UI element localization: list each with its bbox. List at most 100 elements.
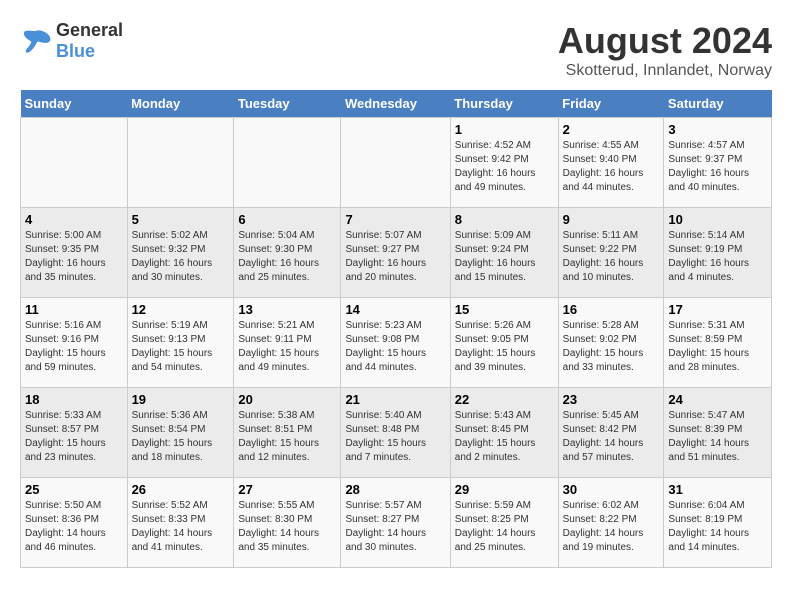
day-info: Sunrise: 5:02 AM Sunset: 9:32 PM Dayligh… — [132, 229, 230, 285]
calendar-cell: 20 Sunrise: 5:38 AM Sunset: 8:51 PM Dayli… — [234, 388, 341, 478]
calendar-cell: 28 Sunrise: 5:57 AM Sunset: 8:27 PM Dayli… — [341, 478, 450, 568]
calendar-cell: 18 Sunrise: 5:33 AM Sunset: 8:57 PM Dayli… — [21, 388, 128, 478]
day-number: 14 — [345, 302, 445, 317]
day-info: Sunrise: 5:36 AM Sunset: 8:54 PM Dayligh… — [132, 409, 230, 465]
day-info: Sunrise: 6:04 AM Sunset: 8:19 PM Dayligh… — [668, 499, 767, 555]
day-info: Sunrise: 5:50 AM Sunset: 8:36 PM Dayligh… — [25, 499, 123, 555]
day-info: Sunrise: 5:16 AM Sunset: 9:16 PM Dayligh… — [25, 319, 123, 375]
day-number: 6 — [238, 212, 336, 227]
calendar-cell: 21 Sunrise: 5:40 AM Sunset: 8:48 PM Dayli… — [341, 388, 450, 478]
calendar-cell — [127, 118, 234, 208]
calendar-cell: 3Sunrise: 4:57 AM Sunset: 9:37 PM Daylig… — [664, 118, 772, 208]
day-number: 8 — [455, 212, 554, 227]
calendar-cell: 6 Sunrise: 5:04 AM Sunset: 9:30 PM Daylig… — [234, 208, 341, 298]
day-number: 30 — [563, 482, 660, 497]
logo-text: General Blue — [56, 20, 123, 62]
calendar-cell: 31Sunrise: 6:04 AM Sunset: 8:19 PM Dayli… — [664, 478, 772, 568]
logo-general: General — [56, 20, 123, 40]
day-number: 24 — [668, 392, 767, 407]
calendar-cell: 15 Sunrise: 5:26 AM Sunset: 9:05 PM Dayli… — [450, 298, 558, 388]
day-info: Sunrise: 5:55 AM Sunset: 8:30 PM Dayligh… — [238, 499, 336, 555]
calendar-cell: 10 Sunrise: 5:14 AM Sunset: 9:19 PM Dayli… — [664, 208, 772, 298]
header-friday: Friday — [558, 90, 664, 118]
calendar-table: SundayMondayTuesdayWednesdayThursdayFrid… — [20, 90, 772, 568]
day-info: Sunrise: 5:59 AM Sunset: 8:25 PM Dayligh… — [455, 499, 554, 555]
calendar-cell: 19 Sunrise: 5:36 AM Sunset: 8:54 PM Dayli… — [127, 388, 234, 478]
day-number: 1 — [455, 122, 554, 137]
day-info: Sunrise: 5:57 AM Sunset: 8:27 PM Dayligh… — [345, 499, 445, 555]
header: General Blue August 2024 Skotterud, Innl… — [20, 20, 772, 80]
calendar-cell: 9Sunrise: 5:11 AM Sunset: 9:22 PM Daylig… — [558, 208, 664, 298]
day-number: 25 — [25, 482, 123, 497]
day-number: 17 — [668, 302, 767, 317]
day-info: Sunrise: 4:52 AM Sunset: 9:42 PM Dayligh… — [455, 139, 554, 195]
day-info: Sunrise: 5:19 AM Sunset: 9:13 PM Dayligh… — [132, 319, 230, 375]
day-number: 29 — [455, 482, 554, 497]
calendar-cell: 13Sunrise: 5:21 AM Sunset: 9:11 PM Dayli… — [234, 298, 341, 388]
calendar-cell: 2Sunrise: 4:55 AM Sunset: 9:40 PM Daylig… — [558, 118, 664, 208]
day-number: 28 — [345, 482, 445, 497]
calendar-cell: 12 Sunrise: 5:19 AM Sunset: 9:13 PM Dayli… — [127, 298, 234, 388]
day-info: Sunrise: 5:07 AM Sunset: 9:27 PM Dayligh… — [345, 229, 445, 285]
calendar-cell — [234, 118, 341, 208]
day-info: Sunrise: 5:26 AM Sunset: 9:05 PM Dayligh… — [455, 319, 554, 375]
calendar-cell — [341, 118, 450, 208]
day-info: Sunrise: 5:43 AM Sunset: 8:45 PM Dayligh… — [455, 409, 554, 465]
calendar-cell — [21, 118, 128, 208]
calendar-header-row: SundayMondayTuesdayWednesdayThursdayFrid… — [21, 90, 772, 118]
day-number: 21 — [345, 392, 445, 407]
calendar-cell: 25 Sunrise: 5:50 AM Sunset: 8:36 PM Dayli… — [21, 478, 128, 568]
calendar-week-row: 4 Sunrise: 5:00 AM Sunset: 9:35 PM Daylig… — [21, 208, 772, 298]
day-number: 23 — [563, 392, 660, 407]
header-monday: Monday — [127, 90, 234, 118]
day-info: Sunrise: 5:33 AM Sunset: 8:57 PM Dayligh… — [25, 409, 123, 465]
calendar-cell: 17 Sunrise: 5:31 AM Sunset: 8:59 PM Dayli… — [664, 298, 772, 388]
day-number: 3 — [668, 122, 767, 137]
day-info: Sunrise: 5:45 AM Sunset: 8:42 PM Dayligh… — [563, 409, 660, 465]
day-number: 10 — [668, 212, 767, 227]
logo-icon — [20, 27, 52, 55]
day-number: 13 — [238, 302, 336, 317]
day-info: Sunrise: 5:38 AM Sunset: 8:51 PM Dayligh… — [238, 409, 336, 465]
day-info: Sunrise: 5:31 AM Sunset: 8:59 PM Dayligh… — [668, 319, 767, 375]
calendar-cell: 8 Sunrise: 5:09 AM Sunset: 9:24 PM Daylig… — [450, 208, 558, 298]
day-number: 22 — [455, 392, 554, 407]
header-sunday: Sunday — [21, 90, 128, 118]
header-saturday: Saturday — [664, 90, 772, 118]
day-info: Sunrise: 5:52 AM Sunset: 8:33 PM Dayligh… — [132, 499, 230, 555]
day-info: Sunrise: 5:11 AM Sunset: 9:22 PM Dayligh… — [563, 229, 660, 285]
calendar-cell: 24 Sunrise: 5:47 AM Sunset: 8:39 PM Dayli… — [664, 388, 772, 478]
day-info: Sunrise: 5:14 AM Sunset: 9:19 PM Dayligh… — [668, 229, 767, 285]
calendar-week-row: 25 Sunrise: 5:50 AM Sunset: 8:36 PM Dayli… — [21, 478, 772, 568]
day-number: 12 — [132, 302, 230, 317]
day-number: 11 — [25, 302, 123, 317]
header-wednesday: Wednesday — [341, 90, 450, 118]
day-number: 15 — [455, 302, 554, 317]
day-info: Sunrise: 5:00 AM Sunset: 9:35 PM Dayligh… — [25, 229, 123, 285]
day-number: 18 — [25, 392, 123, 407]
day-info: Sunrise: 5:23 AM Sunset: 9:08 PM Dayligh… — [345, 319, 445, 375]
day-info: Sunrise: 5:28 AM Sunset: 9:02 PM Dayligh… — [563, 319, 660, 375]
calendar-week-row: 18 Sunrise: 5:33 AM Sunset: 8:57 PM Dayli… — [21, 388, 772, 478]
calendar-week-row: 11 Sunrise: 5:16 AM Sunset: 9:16 PM Dayli… — [21, 298, 772, 388]
calendar-cell: 11 Sunrise: 5:16 AM Sunset: 9:16 PM Dayli… — [21, 298, 128, 388]
day-info: Sunrise: 5:40 AM Sunset: 8:48 PM Dayligh… — [345, 409, 445, 465]
main-title: August 2024 — [558, 20, 772, 62]
calendar-cell: 1 Sunrise: 4:52 AM Sunset: 9:42 PM Daylig… — [450, 118, 558, 208]
day-number: 16 — [563, 302, 660, 317]
day-number: 4 — [25, 212, 123, 227]
calendar-cell: 26Sunrise: 5:52 AM Sunset: 8:33 PM Dayli… — [127, 478, 234, 568]
day-number: 27 — [238, 482, 336, 497]
logo: General Blue — [20, 20, 123, 62]
day-number: 19 — [132, 392, 230, 407]
calendar-cell: 27 Sunrise: 5:55 AM Sunset: 8:30 PM Dayli… — [234, 478, 341, 568]
day-info: Sunrise: 5:09 AM Sunset: 9:24 PM Dayligh… — [455, 229, 554, 285]
calendar-cell: 22 Sunrise: 5:43 AM Sunset: 8:45 PM Dayli… — [450, 388, 558, 478]
header-thursday: Thursday — [450, 90, 558, 118]
calendar-cell: 4 Sunrise: 5:00 AM Sunset: 9:35 PM Daylig… — [21, 208, 128, 298]
day-info: Sunrise: 5:04 AM Sunset: 9:30 PM Dayligh… — [238, 229, 336, 285]
calendar-week-row: 1 Sunrise: 4:52 AM Sunset: 9:42 PM Daylig… — [21, 118, 772, 208]
day-info: Sunrise: 5:47 AM Sunset: 8:39 PM Dayligh… — [668, 409, 767, 465]
day-number: 20 — [238, 392, 336, 407]
day-number: 7 — [345, 212, 445, 227]
